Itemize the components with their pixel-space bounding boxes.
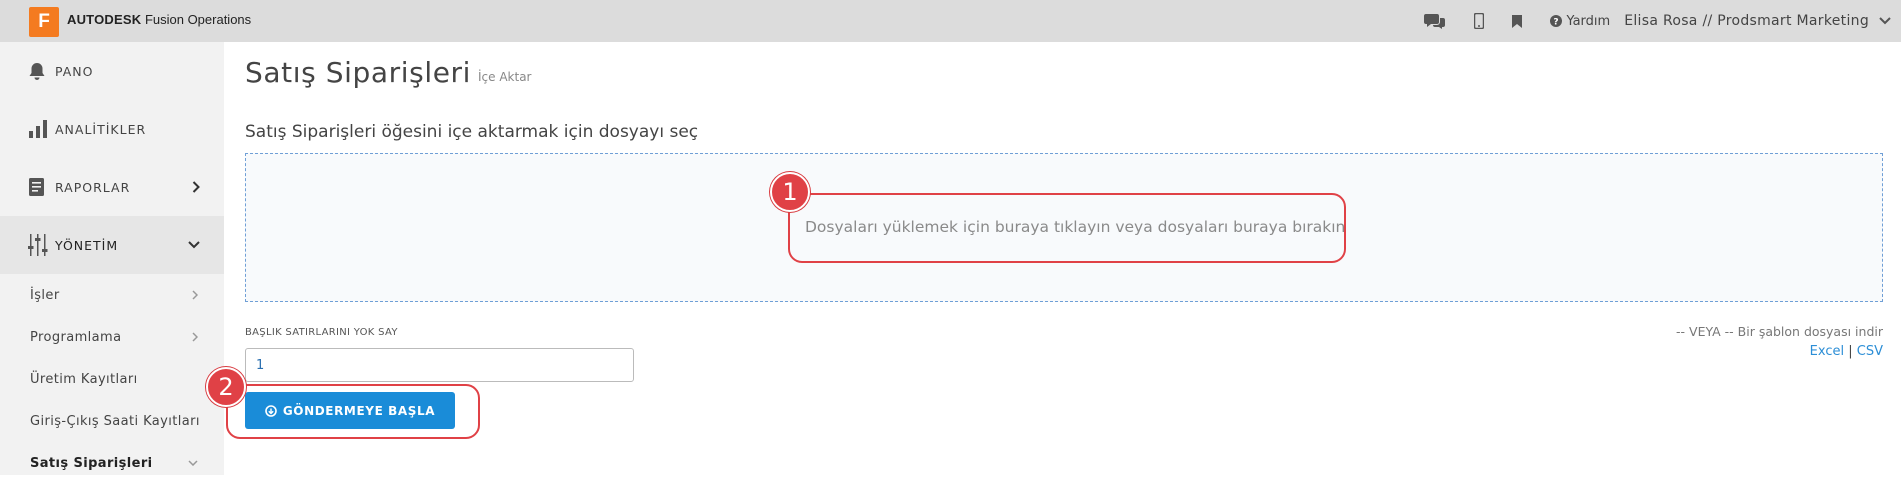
bell-icon — [28, 62, 46, 81]
user-menu[interactable]: Elisa Rosa // Prodsmart Marketing — [1624, 13, 1869, 29]
section-title: Satış Siparişleri öğesini içe aktarmak i… — [245, 122, 699, 142]
template-excel-link[interactable]: Excel — [1810, 344, 1844, 359]
chevron-right-icon — [192, 290, 198, 300]
template-csv-link[interactable]: CSV — [1857, 344, 1883, 359]
mobile-icon[interactable] — [1474, 13, 1485, 29]
template-download-text: -- VEYA -- Bir şablon dosyası indir — [1676, 324, 1883, 339]
help-label: Yardım — [1566, 13, 1611, 29]
bookmark-icon[interactable] — [1512, 14, 1523, 28]
chevron-down-icon — [188, 241, 200, 249]
sidebar-subitem-satis-siparisleri[interactable]: Satış Siparişleri — [0, 442, 224, 484]
sidebar-subitem-giris-cikis[interactable]: Giriş-Çıkış Saati Kayıtları — [0, 400, 224, 442]
annotation-badge-2: 2 — [206, 367, 246, 407]
skip-rows-label: BAŞLIK SATIRLARINI YOK SAY — [245, 327, 398, 338]
sidebar-item-yonetim[interactable]: YÖNETİM — [0, 216, 224, 274]
sidebar-item-label: YÖNETİM — [55, 237, 119, 253]
report-icon — [28, 177, 46, 197]
brand-name: AUTODESK Fusion Operations — [67, 12, 251, 27]
chevron-right-icon — [192, 181, 200, 193]
sidebar-subitem-label: Satış Siparişleri — [30, 455, 153, 471]
sidebar-subitem-label: Giriş-Çıkış Saati Kayıtları — [30, 413, 200, 429]
sidebar-subitem-label: Üretim Kayıtları — [30, 371, 138, 387]
chevron-down-icon[interactable] — [1879, 17, 1891, 25]
sidebar-item-label: ANALİTİKLER — [55, 121, 147, 137]
top-bar: F AUTODESK Fusion Operations ? Yardım El… — [0, 0, 1901, 42]
sidebar-subitem-programlama[interactable]: Programlama — [0, 316, 224, 358]
sidebar-item-pano[interactable]: PANO — [0, 42, 224, 100]
fusion-logo-icon[interactable]: F — [29, 7, 59, 37]
sidebar-subitem-label: İşler — [30, 287, 60, 303]
sidebar: PANO ANALİTİKLER RAPORLAR YÖNETİM İşler … — [0, 42, 224, 475]
help-link[interactable]: ? Yardım — [1550, 14, 1610, 29]
bar-chart-icon — [28, 120, 48, 138]
chat-icon[interactable] — [1424, 12, 1446, 30]
sidebar-item-label: PANO — [55, 63, 94, 79]
chevron-down-icon — [188, 460, 198, 466]
sidebar-item-raporlar[interactable]: RAPORLAR — [0, 158, 224, 216]
question-circle-icon: ? — [1550, 15, 1563, 27]
sliders-icon — [28, 234, 48, 256]
annotation-callout-1 — [788, 193, 1346, 263]
brand-bold: AUTODESK — [67, 12, 142, 27]
template-separator: | — [1848, 344, 1853, 359]
sidebar-subitem-isler[interactable]: İşler — [0, 274, 224, 316]
breadcrumb: İçe Aktar — [478, 70, 532, 84]
template-links: Excel | CSV — [1810, 344, 1883, 359]
sidebar-item-analitikler[interactable]: ANALİTİKLER — [0, 100, 224, 158]
sidebar-subitem-uretim-kayitlari[interactable]: Üretim Kayıtları — [0, 358, 224, 400]
annotation-badge-1: 1 — [770, 172, 810, 212]
chevron-right-icon — [192, 332, 198, 342]
annotation-callout-2 — [226, 384, 480, 439]
svg-text:?: ? — [1554, 17, 1559, 27]
skip-rows-input[interactable] — [245, 348, 634, 382]
sidebar-subitem-label: Programlama — [30, 329, 122, 345]
page-title: Satış Siparişleri — [245, 56, 472, 89]
sidebar-item-label: RAPORLAR — [55, 179, 131, 195]
brand-product: Fusion Operations — [144, 12, 252, 27]
